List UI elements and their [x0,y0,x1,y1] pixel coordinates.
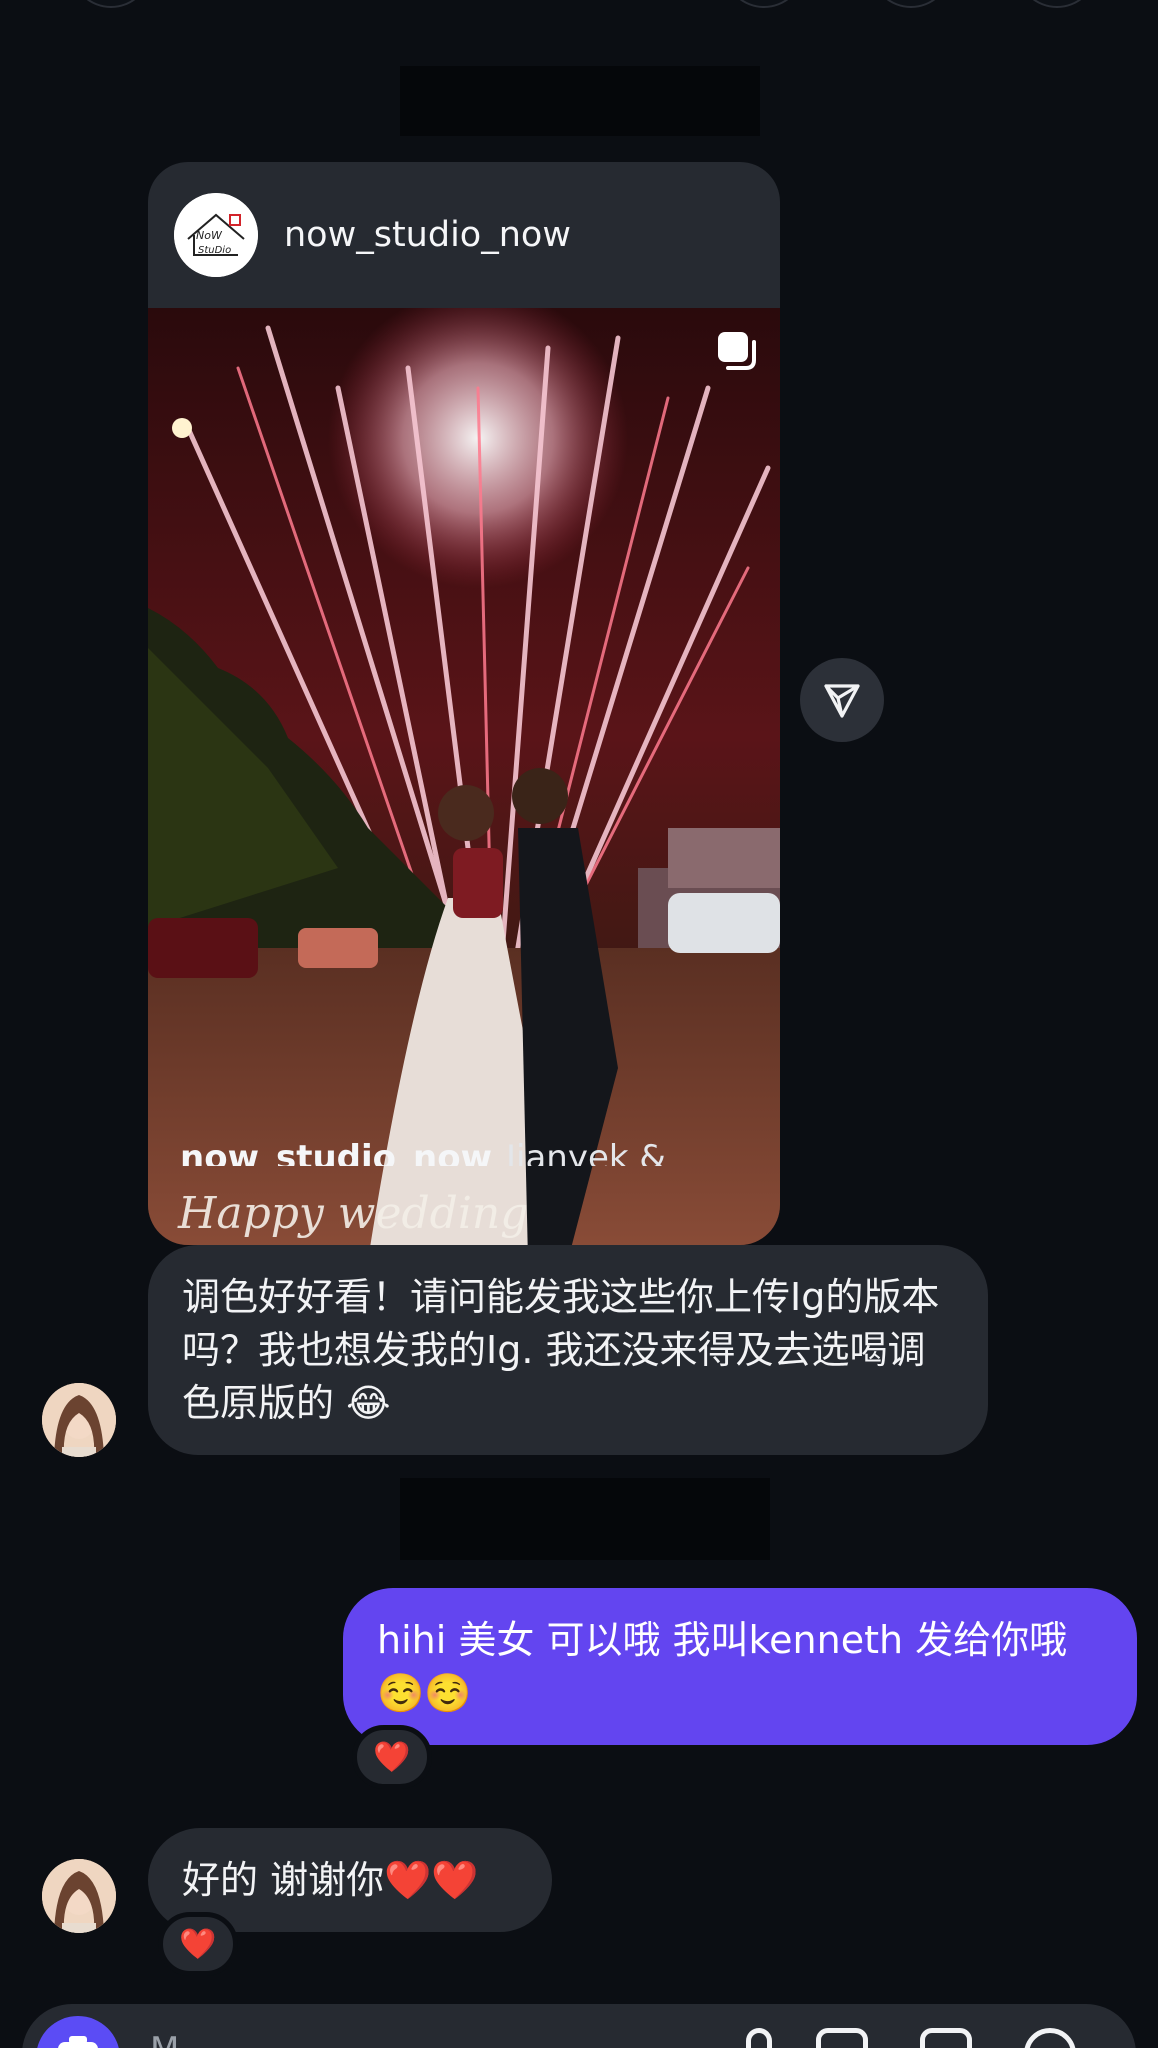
sticker-icon[interactable] [920,2028,972,2048]
redacted-timestamp [400,1478,770,1560]
woman-avatar-photo [42,1383,116,1457]
post-header[interactable]: NoW StuDio now_studio_now [148,162,780,308]
photo-watermark: Happy wedding [177,1188,528,1239]
top-action-circle[interactable] [872,0,950,8]
message-bubble-outgoing[interactable]: hihi 美女 可以哦 我叫kenneth 发给你哦☺️☺️ [343,1588,1137,1745]
wedding-fireworks-photo: Happy wedding [148,308,780,1245]
message-text: 好的 谢谢你❤️❤️ [182,1858,479,1902]
shared-post-card[interactable]: NoW StuDio now_studio_now Happy wedding … [148,162,780,1245]
camera-button[interactable] [36,2016,120,2048]
reaction-badge[interactable]: ❤️ [158,1912,238,1976]
reaction-badge[interactable]: ❤️ [352,1725,432,1789]
carousel-multi-photo-icon [718,332,756,370]
caption-username: now_studio_now [180,1138,492,1166]
studio-logo-avatar[interactable]: NoW StuDio [174,193,258,277]
share-button[interactable] [800,658,884,742]
top-avatar-circle[interactable] [72,0,150,8]
woman-avatar-photo [42,1859,116,1933]
gallery-icon[interactable] [816,2028,868,2048]
more-icon[interactable] [1024,2028,1076,2048]
post-caption[interactable]: now_studio_now Jianyek & [148,1114,780,1166]
redacted-timestamp [400,66,760,136]
post-photo[interactable]: Happy wedding [148,308,780,1245]
message-text: 调色好好看！请问能发我这些你上传Ig的版本吗？我也想发我的Ig. 我还没来得及去… [182,1275,940,1425]
message-composer[interactable]: M [22,2004,1136,2048]
camera-icon [58,2036,98,2048]
message-bubble-incoming[interactable]: 调色好好看！请问能发我这些你上传Ig的版本吗？我也想发我的Ig. 我还没来得及去… [148,1245,988,1455]
top-action-circle[interactable] [1018,0,1096,8]
message-text: hihi 美女 可以哦 我叫kenneth 发给你哦☺️☺️ [377,1618,1068,1715]
svg-text:StuDio: StuDio [198,245,231,256]
sender-avatar[interactable] [42,1859,116,1933]
chat-screen: NoW StuDio now_studio_now Happy wedding … [0,0,1158,2048]
heart-reaction-icon: ❤️ [179,1926,217,1962]
svg-text:NoW: NoW [196,229,223,242]
sender-avatar[interactable] [42,1383,116,1457]
studio-logo-icon: NoW StuDio [174,193,258,277]
caption-text: Jianyek & [506,1138,666,1166]
post-username[interactable]: now_studio_now [284,215,571,255]
top-action-circle[interactable] [725,0,803,8]
send-icon [824,684,860,718]
message-input[interactable]: M [150,2030,179,2048]
microphone-icon[interactable] [746,2028,772,2048]
heart-reaction-icon: ❤️ [373,1739,411,1775]
